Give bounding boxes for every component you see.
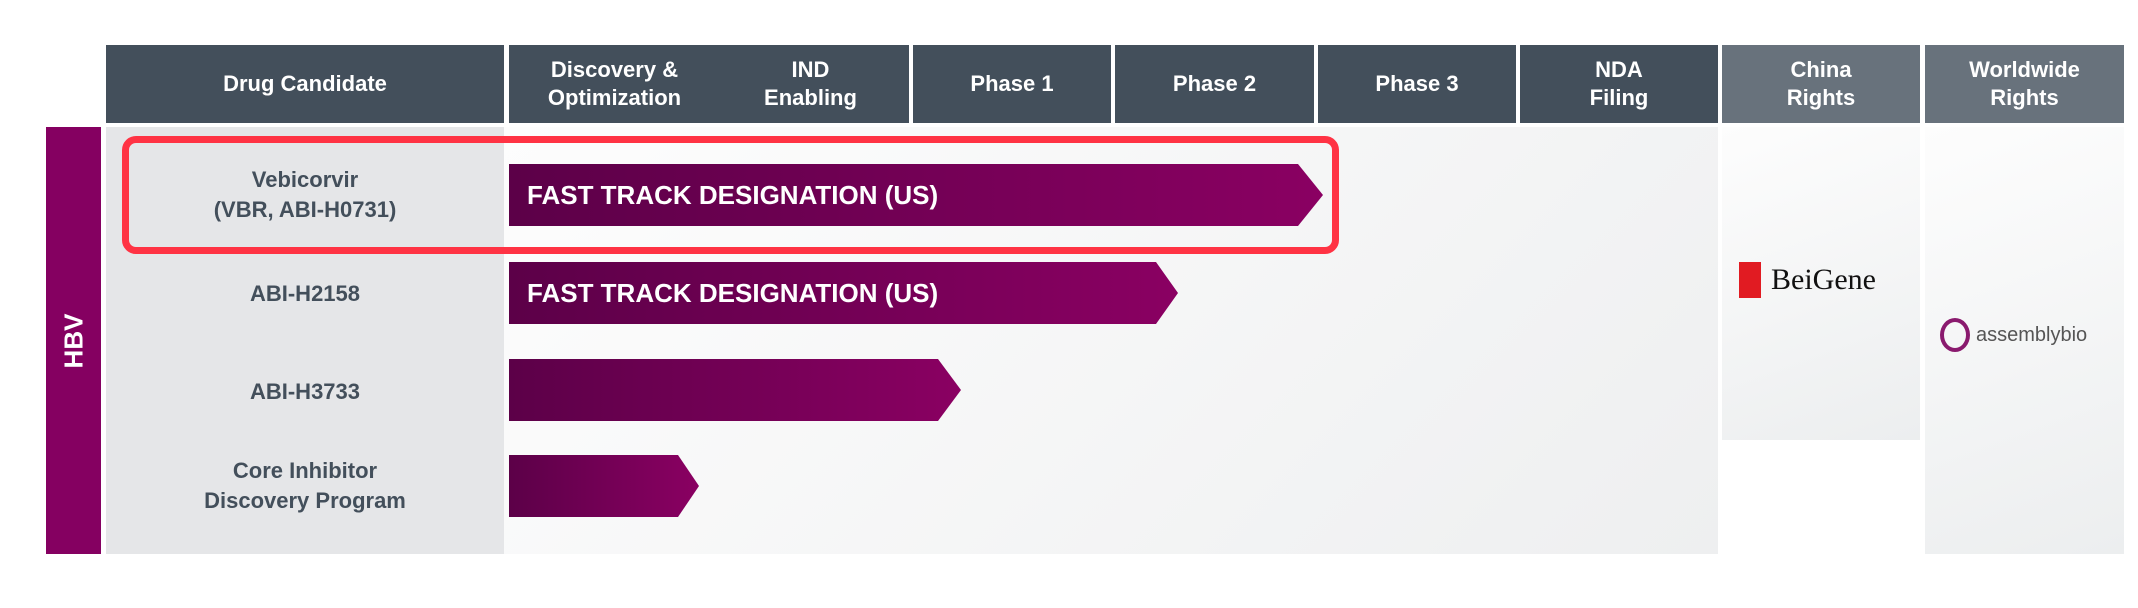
header-worldwide-rights: Worldwide Rights bbox=[1925, 45, 2124, 123]
beigene-logo: BeiGene bbox=[1739, 262, 1876, 298]
header-discovery: Discovery & Optimization bbox=[509, 45, 720, 123]
header-phase1: Phase 1 bbox=[913, 45, 1111, 123]
drug-name-abi-h2158: ABI-H2158 bbox=[249, 281, 361, 306]
assemblybio-logo: assemblybio bbox=[1940, 318, 2087, 352]
progress-bar-abi-h2158: FAST TRACK DESIGNATION (US) bbox=[509, 262, 1178, 324]
highlight-box bbox=[122, 136, 1339, 254]
header-china-rights: China Rights bbox=[1722, 45, 1920, 123]
progress-bar-core-inhibitor bbox=[509, 455, 699, 517]
header-ind: IND Enabling bbox=[712, 45, 909, 123]
drug-name-core-inhibitor: Core Inhibitor Discovery Program bbox=[204, 458, 406, 513]
assemblybio-ring-icon bbox=[1940, 318, 1970, 352]
header-phase2: Phase 2 bbox=[1115, 45, 1314, 123]
therapeutic-area-label: HBV bbox=[46, 127, 101, 554]
progress-bar-abi-h3733 bbox=[509, 359, 961, 421]
header-nda: NDA Filing bbox=[1520, 45, 1718, 123]
hbv-text: HBV bbox=[58, 313, 88, 368]
drug-name-abi-h3733: ABI-H3733 bbox=[249, 379, 361, 404]
header-drug-candidate: Drug Candidate bbox=[106, 45, 504, 123]
header-phase3: Phase 3 bbox=[1318, 45, 1516, 123]
beigene-seal-icon bbox=[1739, 262, 1761, 298]
